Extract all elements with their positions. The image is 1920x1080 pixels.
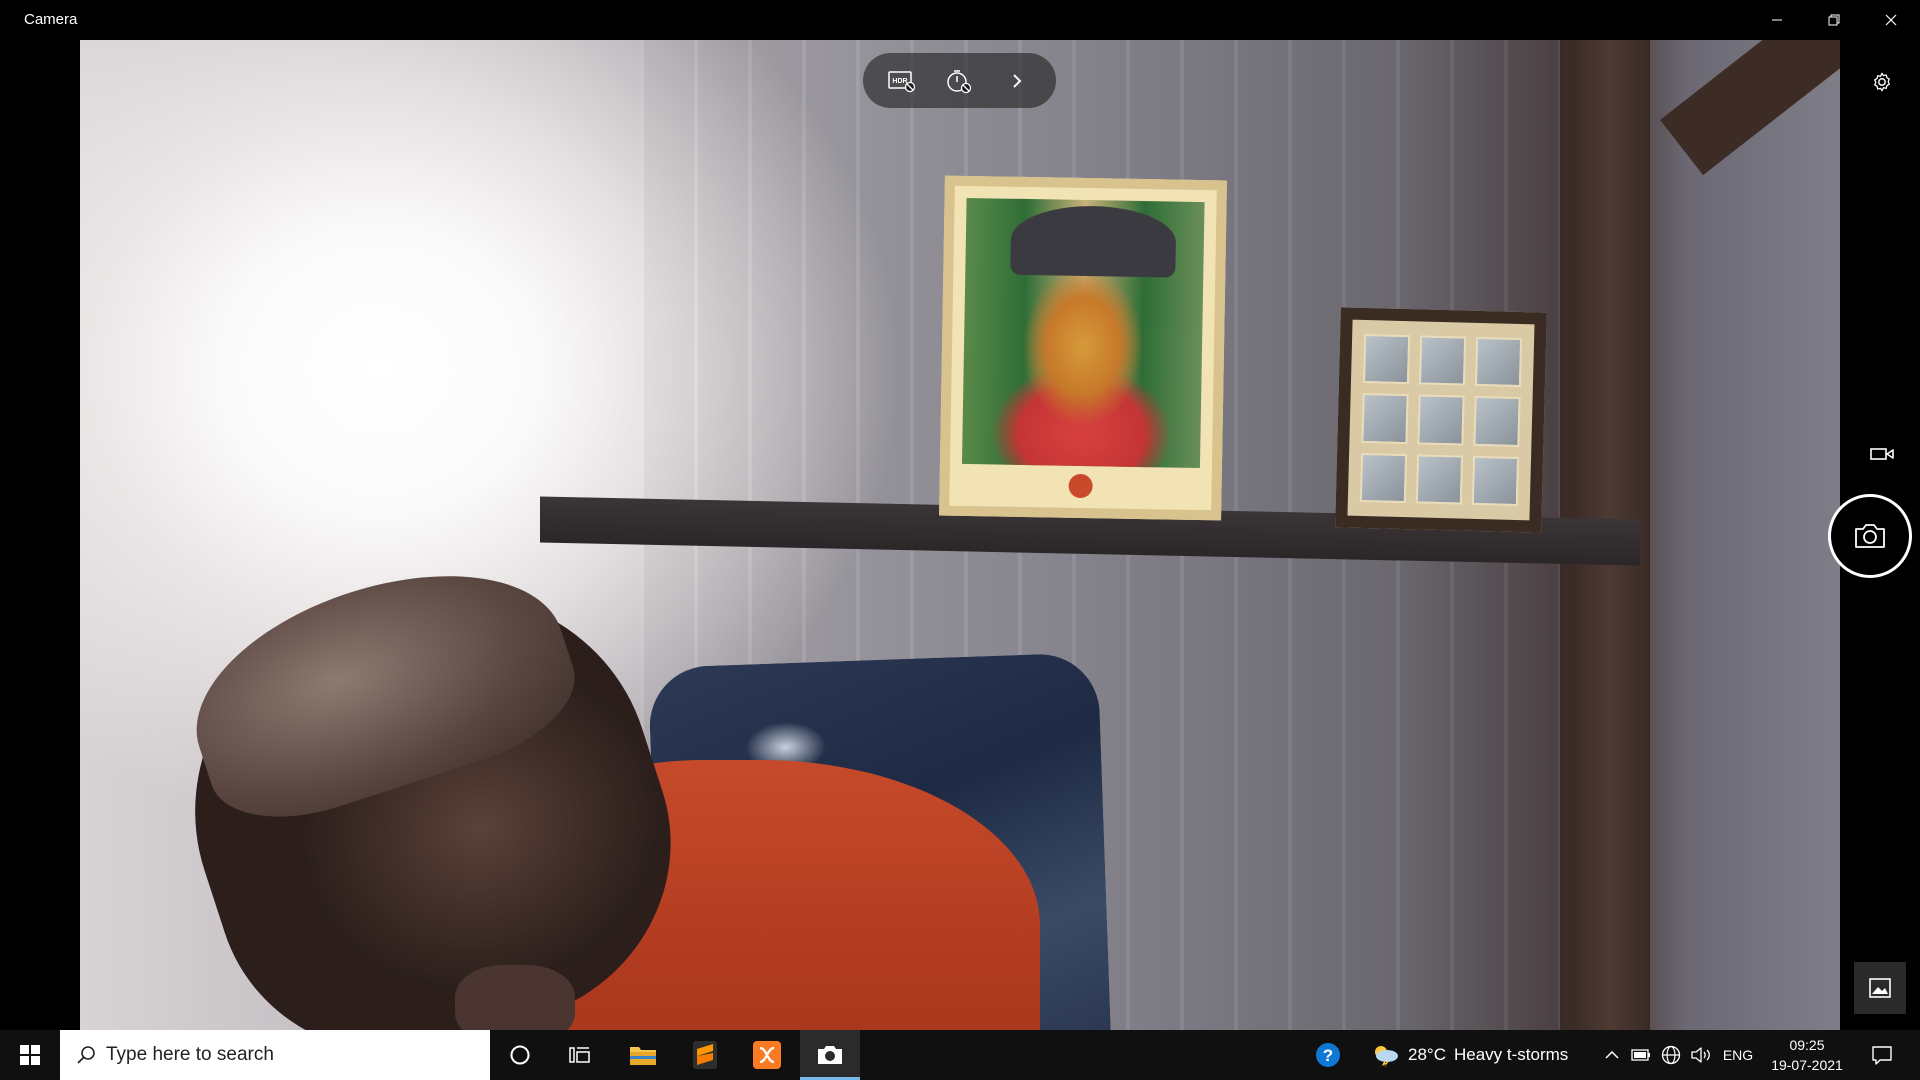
tile xyxy=(1471,455,1520,507)
search-icon xyxy=(77,1046,95,1064)
tile xyxy=(1473,396,1521,447)
more-options-button[interactable] xyxy=(995,59,1039,103)
tile xyxy=(1359,452,1408,504)
task-view-button[interactable] xyxy=(550,1030,610,1080)
volume-button[interactable] xyxy=(1686,1030,1716,1080)
hdr-button[interactable]: HDR xyxy=(880,59,924,103)
network-button[interactable] xyxy=(1656,1030,1686,1080)
camera-app-button[interactable] xyxy=(800,1030,860,1080)
language-indicator[interactable]: ENG xyxy=(1718,1030,1758,1080)
tile-grid xyxy=(1359,333,1523,507)
minimize-icon xyxy=(1771,19,1782,21)
camera-viewfinder xyxy=(80,40,1840,1030)
close-button[interactable] xyxy=(1862,0,1919,40)
help-button[interactable]: ? xyxy=(1308,1030,1348,1080)
camera-icon xyxy=(1855,524,1885,548)
thunderstorm-icon xyxy=(1375,1046,1398,1068)
taskbar-search[interactable]: Type here to search xyxy=(60,1030,490,1080)
framed-picture xyxy=(939,175,1227,521)
person-hand xyxy=(455,965,575,1030)
picture-art xyxy=(961,197,1205,469)
svg-text:HDR: HDR xyxy=(892,78,907,85)
clock-date: 19-07-2021 xyxy=(1771,1057,1843,1073)
start-button[interactable] xyxy=(0,1030,60,1080)
notifications-button[interactable] xyxy=(1858,1030,1906,1080)
gallery-button[interactable] xyxy=(1854,962,1906,1014)
tile xyxy=(1418,335,1467,386)
video-icon xyxy=(1870,448,1894,460)
minimize-button[interactable] xyxy=(1748,0,1805,40)
gear-icon xyxy=(1874,72,1890,92)
cortana-icon xyxy=(510,1045,530,1065)
tile xyxy=(1417,394,1465,446)
restore-icon xyxy=(1828,14,1839,26)
clock-time: 09:25 xyxy=(1789,1037,1825,1053)
battery-button[interactable] xyxy=(1626,1030,1656,1080)
sublime-text-button[interactable] xyxy=(675,1030,735,1080)
camera-toolbar: HDR xyxy=(863,53,1056,108)
xampp-button[interactable] xyxy=(737,1030,797,1080)
restore-button[interactable] xyxy=(1805,0,1862,40)
file-explorer-button[interactable] xyxy=(613,1030,673,1080)
cortana-button[interactable] xyxy=(490,1030,550,1080)
chevron-up-icon xyxy=(1605,1050,1619,1059)
weather-temperature: 28°C xyxy=(1408,1045,1446,1064)
window-title: Camera xyxy=(24,11,78,28)
weather-widget[interactable]: 28°C Heavy t-storms xyxy=(1370,1030,1590,1080)
help-icon: ? xyxy=(1316,1043,1340,1067)
task-view-icon xyxy=(569,1047,590,1063)
framed-tiles xyxy=(1335,307,1547,533)
xampp-icon xyxy=(753,1041,781,1069)
show-hidden-icons-button[interactable] xyxy=(1598,1030,1626,1080)
search-placeholder: Type here to search xyxy=(106,1044,274,1065)
hdr-icon: HDR xyxy=(888,70,915,92)
chevron-right-icon xyxy=(1013,73,1022,88)
take-photo-button[interactable] xyxy=(1828,494,1912,578)
title-bar: Camera xyxy=(0,0,1920,40)
sublime-text-icon xyxy=(693,1041,717,1069)
tile xyxy=(1362,333,1411,385)
picture-seal xyxy=(1068,473,1093,499)
svg-text:?: ? xyxy=(1323,1046,1333,1065)
notification-icon xyxy=(1872,1046,1892,1065)
battery-icon xyxy=(1631,1049,1650,1061)
image-icon xyxy=(1869,978,1891,998)
file-explorer-icon xyxy=(630,1047,656,1065)
globe-icon xyxy=(1661,1045,1681,1065)
picture-detail xyxy=(1010,204,1177,278)
camera-app-icon xyxy=(818,1046,842,1064)
speaker-icon xyxy=(1691,1047,1710,1063)
timer-icon xyxy=(947,69,972,93)
taskbar: Type here to search ? 28°C Heavy t-storm… xyxy=(0,1030,1920,1080)
tile xyxy=(1474,336,1523,388)
weather-condition: Heavy t-storms xyxy=(1453,1045,1569,1064)
timer-button[interactable] xyxy=(937,59,981,103)
settings-button[interactable] xyxy=(1864,64,1900,100)
tile xyxy=(1415,454,1464,505)
language-label: ENG xyxy=(1722,1047,1754,1063)
windows-logo-icon xyxy=(20,1045,40,1065)
tile xyxy=(1361,393,1409,444)
clock[interactable]: 09:25 19-07-2021 xyxy=(1762,1035,1852,1075)
close-icon xyxy=(1885,14,1896,26)
video-mode-button[interactable] xyxy=(1864,436,1900,472)
